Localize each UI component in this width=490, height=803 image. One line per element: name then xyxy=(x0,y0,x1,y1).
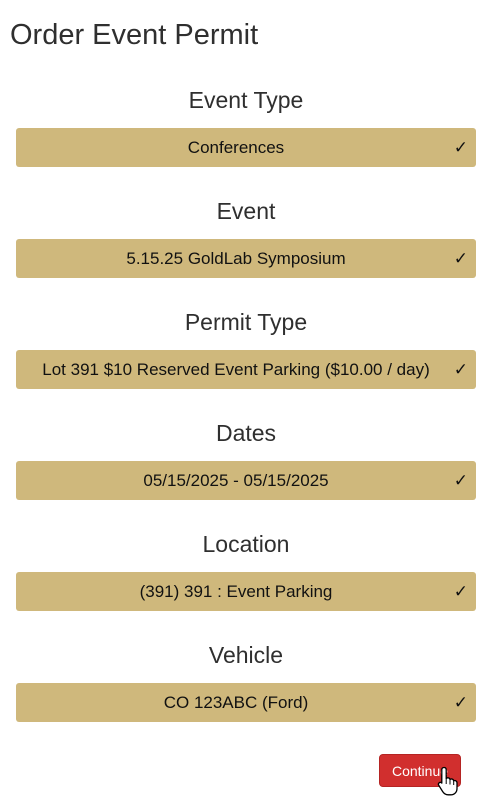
location-value: (391) 391 : Event Parking xyxy=(139,581,333,601)
permit-type-label: Permit Type xyxy=(184,309,308,335)
location-label: Location xyxy=(202,531,290,557)
event-type-value: Conferences xyxy=(187,137,285,157)
page-title: Order Event Permit xyxy=(10,19,259,51)
section-permit-type: Permit Type Lot 391 $10 Reserved Event P… xyxy=(16,307,476,389)
event-select[interactable]: 5.15.25 GoldLab Symposium ✓ xyxy=(16,239,476,278)
checkmark-icon: ✓ xyxy=(453,248,468,269)
order-event-permit-page: Order Event Permit Event Type Conference… xyxy=(0,0,490,803)
section-location: Location (391) 391 : Event Parking ✓ xyxy=(16,529,476,611)
vehicle-label: Vehicle xyxy=(208,642,284,668)
event-type-select[interactable]: Conferences ✓ xyxy=(16,128,476,167)
permit-type-value: Lot 391 $10 Reserved Event Parking ($10.… xyxy=(42,359,430,379)
continue-button[interactable]: Continue xyxy=(379,754,461,787)
vehicle-select[interactable]: CO 123ABC (Ford) ✓ xyxy=(16,683,476,722)
event-label: Event xyxy=(216,198,276,224)
dates-label: Dates xyxy=(215,420,277,446)
section-dates: Dates 05/15/2025 - 05/15/2025 ✓ xyxy=(16,418,476,500)
section-event-type: Event Type Conferences ✓ xyxy=(16,85,476,167)
location-select[interactable]: (391) 391 : Event Parking ✓ xyxy=(16,572,476,611)
event-type-label: Event Type xyxy=(188,87,304,113)
permit-type-select[interactable]: Lot 391 $10 Reserved Event Parking ($10.… xyxy=(16,350,476,389)
event-value: 5.15.25 GoldLab Symposium xyxy=(126,248,346,268)
checkmark-icon: ✓ xyxy=(453,581,468,602)
checkmark-icon: ✓ xyxy=(453,692,468,713)
checkmark-icon: ✓ xyxy=(453,359,468,380)
dates-value: 05/15/2025 - 05/15/2025 xyxy=(143,470,329,490)
checkmark-icon: ✓ xyxy=(453,470,468,491)
section-vehicle: Vehicle CO 123ABC (Ford) ✓ xyxy=(16,640,476,722)
section-event: Event 5.15.25 GoldLab Symposium ✓ xyxy=(16,196,476,278)
checkmark-icon: ✓ xyxy=(453,137,468,158)
dates-select[interactable]: 05/15/2025 - 05/15/2025 ✓ xyxy=(16,461,476,500)
vehicle-value: CO 123ABC (Ford) xyxy=(163,692,309,712)
